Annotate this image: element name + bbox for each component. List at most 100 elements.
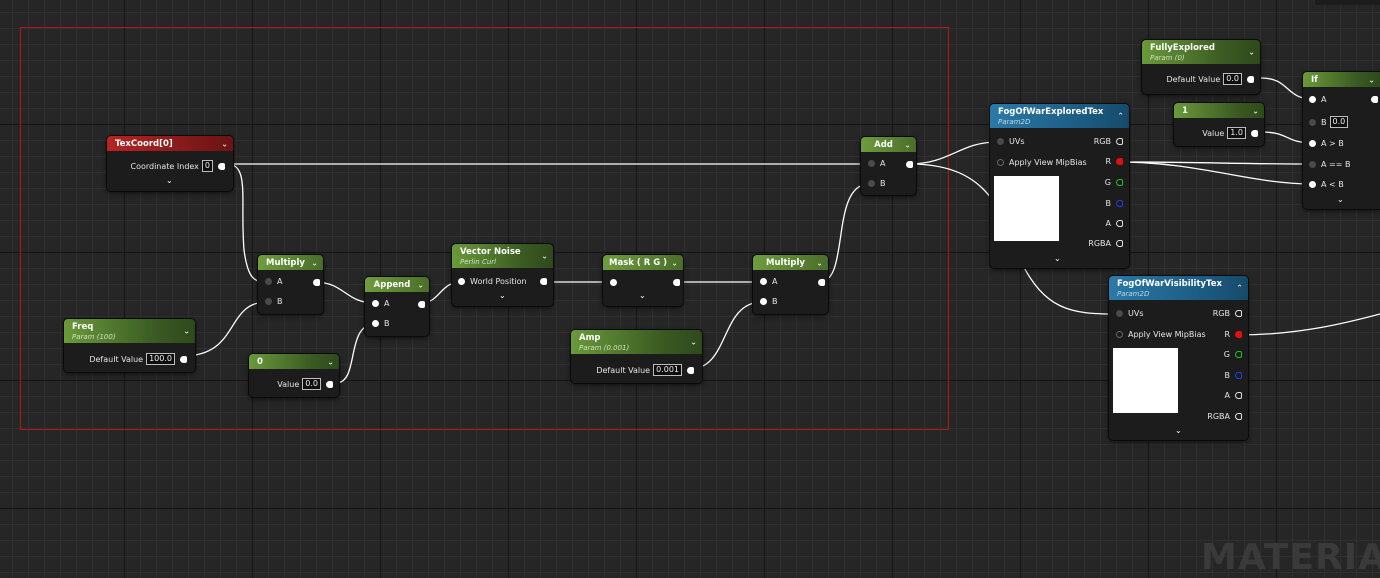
chevron-down-icon[interactable]: ⌄ (904, 140, 911, 149)
texcoord-node[interactable]: TexCoord[0] ⌄ Coordinate Index 0 ⌄ (107, 136, 233, 191)
input-pin-b[interactable] (1309, 118, 1316, 126)
expand-chevron-icon[interactable]: ⌄ (639, 291, 646, 300)
chevron-down-icon[interactable]: ⌄ (183, 327, 190, 336)
chevron-up-icon[interactable]: ⌃ (1236, 284, 1243, 293)
chevron-down-icon[interactable]: ⌄ (816, 258, 823, 267)
input-pin-a[interactable] (265, 278, 272, 285)
if-header[interactable]: If ⌄ (1303, 72, 1380, 87)
vector-noise-node[interactable]: Vector Noise Perlin Curl ⌄ World Positio… (452, 244, 553, 306)
chevron-down-icon[interactable]: ⌄ (1368, 75, 1375, 84)
add-header[interactable]: Add ⌄ (861, 137, 916, 152)
append-header[interactable]: Append ⌄ (365, 277, 429, 292)
output-pin[interactable] (1371, 96, 1378, 103)
fully-explored-param-node[interactable]: FullyExplored Param (0) ⌄ Default Value … (1142, 40, 1260, 94)
output-pin[interactable] (218, 162, 225, 170)
chevron-down-icon[interactable]: ⌄ (1252, 106, 1259, 115)
input-pin-b[interactable] (868, 180, 875, 187)
chevron-down-icon[interactable]: ⌄ (690, 338, 697, 347)
mask-header[interactable]: Mask ( R G ) ⌄ (603, 255, 683, 270)
chevron-down-icon[interactable]: ⌄ (1248, 48, 1255, 57)
input-pin[interactable] (610, 279, 617, 286)
chevron-down-icon[interactable]: ⌄ (327, 357, 334, 366)
output-pin[interactable] (540, 278, 547, 285)
input-pin-b[interactable] (760, 298, 767, 305)
mask-node[interactable]: Mask ( R G ) ⌄ ⌄ (603, 255, 683, 306)
constant-zero-node[interactable]: 0 ⌄ Value 0.0 (249, 354, 339, 397)
output-pin-b[interactable] (1235, 372, 1242, 379)
input-pin-b[interactable] (372, 320, 379, 327)
texcoord-header[interactable]: TexCoord[0] ⌄ (107, 136, 233, 151)
fog-visibility-header[interactable]: FogOfWarVisibilityTex Param2D ⌃ (1109, 276, 1248, 300)
output-pin-r[interactable] (1235, 331, 1242, 338)
output-pin[interactable] (313, 279, 320, 286)
amp-header[interactable]: Amp Param (0.001) ⌄ (571, 330, 702, 354)
chevron-down-icon[interactable]: ⌄ (221, 139, 228, 148)
fog-explored-header[interactable]: FogOfWarExploredTex Param2D ⌃ (990, 104, 1129, 128)
input-pin-mipbias[interactable] (997, 159, 1004, 166)
amp-param-node[interactable]: Amp Param (0.001) ⌄ Default Value 0.001 (571, 330, 702, 383)
input-pin-mipbias[interactable] (1116, 331, 1123, 338)
output-pin-rgb[interactable] (1235, 310, 1242, 317)
fog-visibility-texture-node[interactable]: FogOfWarVisibilityTex Param2D ⌃ UVs Appl… (1109, 276, 1248, 440)
expand-chevron-icon[interactable]: ⌄ (1337, 195, 1344, 204)
expand-chevron-icon[interactable]: ⌄ (1175, 426, 1182, 435)
output-pin-a[interactable] (1235, 392, 1242, 399)
chevron-down-icon[interactable]: ⌄ (417, 280, 424, 289)
default-value-field[interactable]: 0.0 (1223, 73, 1242, 85)
multiply-node-2[interactable]: Multiply ⌄ A B (753, 255, 828, 314)
output-pin-a[interactable] (1116, 220, 1123, 227)
output-pin[interactable] (687, 366, 694, 374)
input-pin-a[interactable] (868, 160, 875, 167)
append-node[interactable]: Append ⌄ A B (365, 277, 429, 336)
input-pin-a-equals-b[interactable] (1309, 161, 1316, 168)
input-pin-a[interactable] (372, 300, 379, 307)
constant-one-node[interactable]: 1 ⌄ Value 1.0 (1174, 103, 1264, 146)
if-node[interactable]: If ⌄ A B 0.0 A > B A == B A < B ⌄ (1303, 72, 1380, 209)
output-pin-b[interactable] (1116, 200, 1123, 207)
output-pin-rgba[interactable] (1235, 413, 1242, 420)
output-pin-g[interactable] (1235, 351, 1242, 358)
multiply-node[interactable]: Multiply ⌄ A B (258, 255, 323, 314)
chevron-down-icon[interactable]: ⌄ (311, 258, 318, 267)
output-pin[interactable] (673, 279, 680, 286)
fog-explored-texture-node[interactable]: FogOfWarExploredTex Param2D ⌃ UVs Apply … (990, 104, 1129, 268)
vector-noise-header[interactable]: Vector Noise Perlin Curl ⌄ (452, 244, 553, 268)
input-pin-a-less-b[interactable] (1309, 181, 1316, 188)
pin-b-value-field[interactable]: 0.0 (1329, 116, 1349, 128)
input-pin-a-greater-b[interactable] (1309, 140, 1316, 147)
chevron-down-icon[interactable]: ⌄ (541, 252, 548, 261)
output-pin-rgb[interactable] (1116, 138, 1123, 145)
output-pin-rgba[interactable] (1116, 240, 1123, 247)
output-pin[interactable] (418, 301, 425, 308)
add-node[interactable]: Add ⌄ A B (861, 137, 916, 195)
output-pin[interactable] (818, 279, 825, 286)
fully-explored-header[interactable]: FullyExplored Param (0) ⌄ (1142, 40, 1260, 64)
expand-chevron-icon[interactable]: ⌄ (166, 176, 173, 185)
expand-chevron-icon[interactable]: ⌄ (1054, 254, 1061, 263)
input-pin-uvs[interactable] (997, 138, 1004, 145)
value-field[interactable]: 0.0 (302, 378, 321, 390)
output-pin-r[interactable] (1116, 158, 1123, 165)
input-pin-b[interactable] (265, 298, 272, 305)
coordinate-index-field[interactable]: 0 (201, 160, 213, 172)
output-pin-g[interactable] (1116, 179, 1123, 186)
input-pin-a[interactable] (760, 278, 767, 285)
chevron-down-icon[interactable]: ⌄ (671, 258, 678, 267)
chevron-up-icon[interactable]: ⌃ (1117, 112, 1124, 121)
output-pin[interactable] (906, 161, 913, 168)
value-field[interactable]: 1.0 (1227, 127, 1246, 139)
multiply-header[interactable]: Multiply ⌄ (753, 255, 828, 270)
output-pin[interactable] (180, 355, 187, 363)
output-pin[interactable] (326, 380, 333, 388)
output-pin[interactable] (1251, 129, 1258, 137)
multiply-header[interactable]: Multiply ⌄ (258, 255, 323, 270)
input-pin-a[interactable] (1309, 96, 1316, 103)
input-pin-uvs[interactable] (1116, 310, 1123, 317)
constant-one-header[interactable]: 1 ⌄ (1174, 103, 1264, 118)
default-value-field[interactable]: 100.0 (146, 353, 175, 365)
input-pin-world-position[interactable] (458, 278, 465, 285)
constant-zero-header[interactable]: 0 ⌄ (249, 354, 339, 369)
expand-chevron-icon[interactable]: ⌄ (499, 291, 506, 300)
default-value-field[interactable]: 0.001 (653, 364, 682, 376)
freq-param-node[interactable]: Freq Param (100) ⌄ Default Value 100.0 (64, 319, 195, 372)
